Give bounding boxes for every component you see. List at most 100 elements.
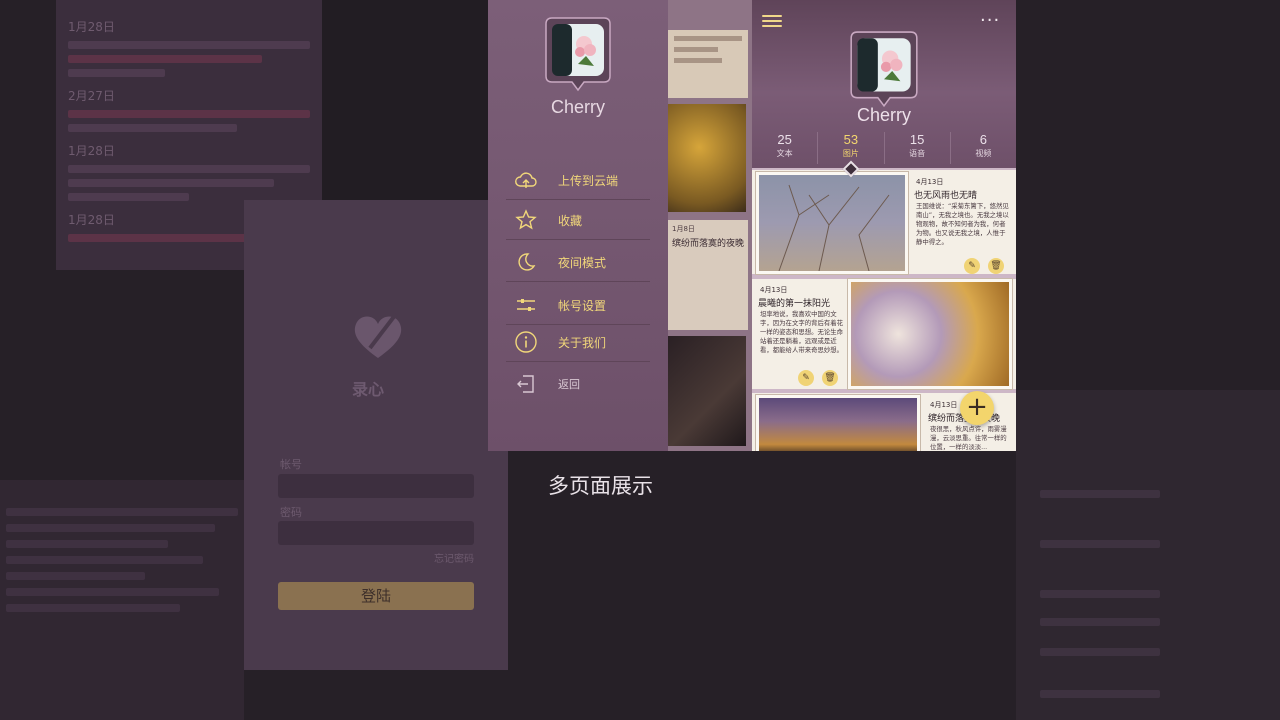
avatar-bubble-icon: [545, 17, 611, 92]
entry-card[interactable]: 4月13日 晨曦的第一抹阳光 坦率地说，我喜欢中国的文字，因为在文字的背后有着花…: [752, 279, 1016, 389]
bg-diary-date: 1月28日: [68, 20, 115, 34]
entry-photo-sunlight-leaves: [848, 279, 1012, 389]
bg-dark-strip: [322, 0, 488, 200]
add-entry-button[interactable]: +: [960, 391, 994, 425]
entry-photo-streetlight: [756, 395, 920, 451]
bg-text-line: [6, 508, 238, 516]
stat-video[interactable]: 6 视频: [951, 132, 1016, 164]
star-icon: [515, 209, 537, 230]
menu-label-about: 关于我们: [558, 336, 607, 350]
bg-account-label: 帐号: [280, 458, 302, 471]
bg-forgot-link: 忘记密码: [434, 554, 474, 565]
bg-diary-line: [68, 234, 250, 242]
delete-button[interactable]: 🗑: [988, 258, 1004, 274]
bg-left-bottom-screen: [0, 480, 244, 720]
bg-list-line: [1040, 540, 1160, 548]
bg-login-button: 登陆: [278, 582, 474, 610]
bg-login-screen: 录心 帐号 密码 忘记密码 登陆: [244, 200, 508, 670]
drawer-user-name: Cherry: [550, 97, 605, 117]
bg-diary-line: [68, 179, 274, 187]
menu-label-back: 返回: [558, 378, 580, 391]
edit-button[interactable]: ✎: [798, 370, 814, 386]
menu-item-favorites[interactable]: 收藏: [506, 200, 650, 240]
stat-label: 语音: [909, 149, 926, 158]
stat-label: 文本: [776, 149, 793, 158]
menu-label-night-mode: 夜间模式: [558, 256, 607, 270]
entry-photo-branches: [756, 172, 908, 274]
branches-illustration: [778, 184, 890, 272]
stat-count: 15: [909, 132, 925, 147]
bg-list-line: [1040, 618, 1160, 626]
entry-body: 夜很黑，秋风点许，雨雾漫漫，云淡思重。往常一样的位置，一样的淡淡...: [930, 425, 1007, 451]
bg-account-field: [278, 474, 474, 498]
bg-list-line: [1040, 490, 1160, 498]
bg-list-line: [1040, 590, 1160, 598]
menu-item-night-mode[interactable]: 夜间模式: [506, 242, 650, 282]
drawer-screenshot: Cherry 上传到云端 收藏 夜间模式 帐号设置 关于我们 返回 1月8日 缤…: [488, 0, 752, 451]
moon-icon: [518, 253, 536, 271]
menu-item-back[interactable]: 返回: [506, 364, 650, 404]
stats-bar: 25 文本 53 图片 15 语音 6 视频: [752, 132, 1016, 164]
profile-avatar[interactable]: [848, 30, 920, 114]
bg-diary-line: [68, 69, 165, 77]
bg-diary-line: [68, 165, 310, 173]
back-arrow-icon: [517, 375, 534, 393]
peek-entry-card: [668, 30, 748, 98]
drawer-avatar[interactable]: [544, 16, 612, 102]
bg-diary-line: [68, 110, 310, 118]
bg-text-line: [6, 556, 204, 564]
more-dots-icon[interactable]: ···: [980, 10, 1000, 31]
peek-entry-card: 1月8日 缤纷而落寞的夜晚: [668, 220, 748, 330]
menu-item-upload[interactable]: 上传到云端: [506, 160, 650, 200]
cloud-upload-icon: [515, 172, 537, 188]
stat-images[interactable]: 53 图片: [818, 132, 885, 164]
bg-diary-line: [68, 193, 189, 201]
main-screen-peek: 1月8日 缤纷而落寞的夜晚: [668, 0, 752, 451]
side-drawer: Cherry 上传到云端 收藏 夜间模式 帐号设置 关于我们 返回: [488, 0, 668, 451]
peek-piano-photo: [668, 336, 746, 446]
entry-body: 王国维说：“采菊东篱下，悠然见南山”，无我之境也。无我之境以物观物，故不知何者为…: [916, 202, 1009, 246]
main-screenshot: ··· Cherry 25 文本 53 图片 15 语音 6 视频 4月13日 …: [752, 0, 1016, 451]
avatar-bubble-icon: [850, 31, 918, 108]
stat-count: 25: [777, 132, 792, 147]
bg-text-line: [6, 572, 146, 580]
stat-count: 6: [979, 132, 987, 147]
menu-item-about[interactable]: 关于我们: [506, 322, 650, 362]
entry-title: 晨曦的第一抹阳光: [758, 299, 831, 309]
hamburger-menu-icon[interactable]: [762, 12, 782, 32]
stat-count: 53: [843, 132, 859, 147]
profile-header: ··· Cherry 25 文本 53 图片 15 语音 6 视频: [752, 0, 1016, 168]
bg-diary-date: 1月28日: [68, 144, 115, 158]
bg-password-label: 密码: [280, 506, 302, 519]
menu-item-account-settings[interactable]: 帐号设置: [506, 285, 650, 325]
bg-diary-line: [68, 124, 238, 132]
bg-text-line: [6, 524, 215, 532]
bg-password-field: [278, 521, 474, 545]
menu-label-upload: 上传到云端: [558, 174, 619, 188]
entry-date: 4月13日: [760, 286, 788, 294]
entry-date: 4月13日: [930, 401, 958, 409]
stat-text[interactable]: 25 文本: [752, 132, 819, 164]
heart-pen-logo-icon: [354, 312, 402, 358]
bg-text-line: [6, 540, 169, 548]
stat-label: 视频: [975, 149, 992, 158]
stat-label: 图片: [842, 149, 859, 158]
stat-voice[interactable]: 15 语音: [885, 132, 951, 164]
menu-label-favorites: 收藏: [558, 214, 583, 228]
entry-title: 也无风雨也无晴: [914, 191, 978, 201]
peek-text-line: [674, 58, 722, 63]
delete-button[interactable]: 🗑: [822, 370, 838, 386]
menu-label-account-settings: 帐号设置: [558, 299, 607, 313]
bg-diary-date: 2月27日: [68, 89, 115, 103]
bg-diary-line: [68, 41, 310, 49]
caption-title: 多页面展示: [548, 474, 653, 498]
bg-text-line: [6, 588, 220, 596]
peek-text-line: [674, 36, 742, 41]
entry-card[interactable]: 4月13日 也无风雨也无晴 王国维说：“采菊东篱下，悠然见南山”，无我之境也。无…: [752, 170, 1016, 274]
bg-list-line: [1040, 690, 1160, 698]
peek-entry-title: 缤纷而落寞的夜晚: [672, 239, 745, 249]
peek-text-line: [674, 47, 718, 52]
edit-button[interactable]: ✎: [964, 258, 980, 274]
peek-autumn-photo: [668, 104, 746, 212]
entry-date: 4月13日: [916, 178, 944, 186]
